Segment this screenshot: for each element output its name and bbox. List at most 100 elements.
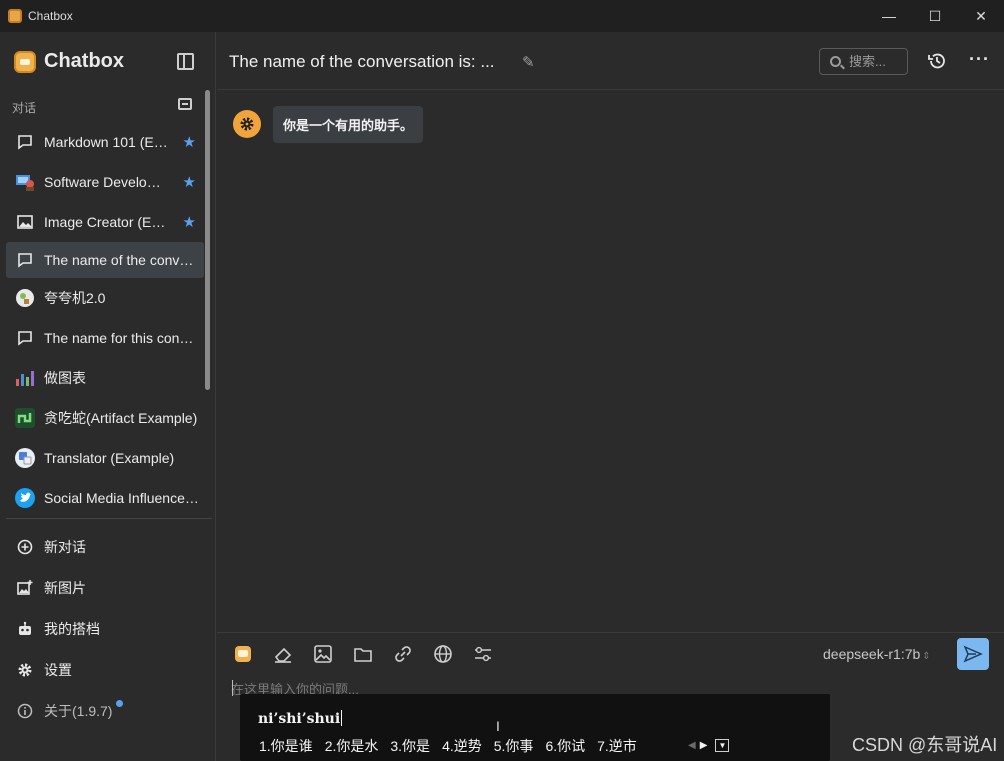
sidebar-menu: 新对话 新图片 我的搭档 设置 关于(1.9.7) [6, 526, 206, 731]
menu-label: 设置 [44, 661, 72, 678]
globe-icon[interactable] [431, 642, 455, 666]
ime-expand-icon[interactable]: ▼ [715, 739, 730, 752]
ime-candidate-list: 1.你是谁 2.你是水 3.你是 4.逆势 5.你事 6.你试 7.逆市 [259, 736, 649, 756]
text-caret [232, 680, 233, 696]
ime-prev-page-icon[interactable]: ◀ [688, 740, 696, 751]
search-icon [830, 56, 841, 67]
sidebar-scrollbar[interactable] [205, 90, 210, 390]
ime-cursor [341, 710, 343, 726]
conversation-label: Markdown 101 (Example) [44, 134, 168, 150]
system-message: 你是一个有用的助手。 [233, 106, 424, 143]
chat-bubble-icon [14, 131, 36, 153]
conversation-item[interactable]: Translator (Example) [6, 438, 204, 478]
conversation-label: The name for this conversation [44, 330, 200, 346]
conversation-item[interactable]: Markdown 101 (Example) ★ [6, 122, 204, 162]
robot-icon [14, 621, 36, 637]
window-controls: — ☐ ✕ [866, 0, 1004, 32]
ime-candidate[interactable]: 6.你试 [545, 736, 585, 756]
more-options-icon[interactable]: ··· [969, 49, 990, 70]
conversation-label: Image Creator (Example) [44, 214, 168, 230]
translator-avatar [14, 447, 36, 469]
star-icon[interactable]: ★ [183, 173, 196, 191]
conversation-item[interactable]: Software Developer (Example) ★ [6, 162, 204, 202]
ime-candidate[interactable]: 3.你是 [390, 736, 430, 756]
edit-title-icon[interactable]: ✎ [522, 53, 535, 71]
ime-paging: ◀ ▶ ▼ [688, 739, 730, 752]
conversation-list: Markdown 101 (Example) ★ Software Develo… [6, 122, 204, 518]
ime-candidate[interactable]: 1.你是谁 [259, 736, 313, 756]
star-icon[interactable]: ★ [183, 133, 196, 151]
settings-button[interactable]: 设置 [6, 649, 206, 690]
send-button[interactable] [957, 638, 989, 670]
conversation-item[interactable]: Image Creator (Example) ★ [6, 202, 204, 242]
ibeam-cursor-icon: I [496, 718, 500, 734]
watermark-text: CSDN @东哥说AI [852, 735, 998, 755]
ime-candidate[interactable]: 5.你事 [494, 736, 534, 756]
menu-label: 关于(1.9.7) [44, 702, 113, 719]
conversation-label: The name of the conversation is [44, 252, 200, 268]
ime-composition-text: ni’shi’shui [258, 710, 343, 727]
conversation-item[interactable]: 夸夸机2.0 [6, 278, 204, 318]
conversation-label: 做图表 [44, 370, 86, 386]
maximize-button[interactable]: ☐ [912, 0, 958, 32]
update-dot-badge [116, 700, 123, 707]
ime-candidate[interactable]: 4.逆势 [442, 736, 482, 756]
model-selector[interactable]: deepseek-r1:7b ⇕ [823, 646, 931, 662]
new-chat-button[interactable]: 新对话 [6, 526, 206, 567]
model-name: deepseek-r1:7b [823, 646, 921, 662]
gear-icon [14, 662, 36, 678]
chatbox-app-icon [8, 9, 22, 23]
conversation-item[interactable]: Social Media Influencer (Example) [6, 478, 204, 518]
add-image-icon [14, 579, 36, 596]
send-icon [963, 645, 983, 663]
ime-candidate[interactable]: 7.逆市 [597, 736, 637, 756]
sliders-icon[interactable] [471, 642, 495, 666]
ime-next-page-icon[interactable]: ▶ [700, 740, 708, 751]
archive-icon[interactable] [178, 98, 192, 110]
minimize-button[interactable]: — [866, 0, 912, 32]
conversation-label: Software Developer (Example) [44, 174, 168, 190]
menu-label: 新图片 [44, 579, 86, 596]
ime-candidate[interactable]: 2.你是水 [325, 736, 379, 756]
image-icon[interactable] [311, 642, 335, 666]
chatbox-logo-icon [14, 50, 36, 73]
about-button[interactable]: 关于(1.9.7) [6, 690, 206, 731]
folder-icon[interactable] [351, 642, 375, 666]
conversation-label: 贪吃蛇(Artifact Example) [44, 410, 198, 426]
conversation-header: The name of the conversation is: ... ✎ ·… [217, 32, 1004, 90]
menu-label: 我的搭档 [44, 620, 100, 637]
brand-name: Chatbox [44, 50, 124, 72]
ime-pinyin: ni’shi’shui [258, 711, 341, 727]
conversation-label: 夸夸机2.0 [44, 290, 106, 306]
chatbox-logo-icon[interactable] [231, 642, 255, 666]
search-input[interactable] [849, 54, 905, 69]
close-button[interactable]: ✕ [958, 0, 1004, 32]
conversation-title: The name of the conversation is: ... [229, 52, 495, 71]
search-box[interactable] [819, 48, 908, 75]
sidebar-divider [6, 518, 212, 519]
ime-candidate-window: ni’shi’shui I 1.你是谁 2.你是水 3.你是 4.逆势 5.你事… [240, 694, 830, 761]
conversation-item-active[interactable]: The name of the conversation is [6, 242, 204, 278]
link-icon[interactable] [391, 642, 415, 666]
snake-avatar [14, 407, 36, 429]
history-icon[interactable] [927, 51, 947, 71]
conversation-item[interactable]: 贪吃蛇(Artifact Example) [6, 398, 204, 438]
conversation-item[interactable]: The name for this conversation [6, 318, 204, 358]
new-image-button[interactable]: 新图片 [6, 567, 206, 608]
conversation-item[interactable]: 做图表 [6, 358, 204, 398]
collapse-sidebar-icon[interactable] [177, 53, 194, 70]
main-panel: The name of the conversation is: ... ✎ ·… [217, 32, 1004, 761]
star-icon[interactable]: ★ [183, 213, 196, 231]
composer-toolbar [231, 642, 511, 666]
chevron-updown-icon: ⇕ [922, 651, 931, 662]
window-title: Chatbox [28, 9, 73, 23]
plus-circle-icon [14, 539, 36, 555]
software-dev-avatar [14, 171, 36, 193]
app-window: Chatbox — ☐ ✕ Chatbox 对话 Markdown 101 (E… [0, 0, 1004, 761]
my-partners-button[interactable]: 我的搭档 [6, 608, 206, 649]
eraser-icon[interactable] [271, 642, 295, 666]
chat-bubble-icon [14, 249, 36, 271]
conversation-label: Social Media Influencer (Example) [44, 490, 200, 506]
sidebar: Chatbox 对话 Markdown 101 (Example) ★ Soft… [0, 32, 216, 761]
minimize-icon: — [882, 8, 896, 24]
